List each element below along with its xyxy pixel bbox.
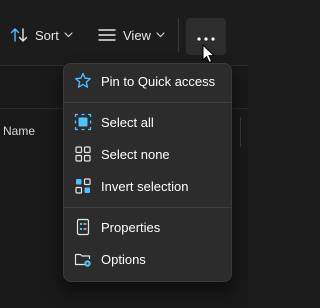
menu-item-select-all[interactable]: Select all xyxy=(68,107,227,137)
sort-button[interactable]: Sort xyxy=(10,18,78,52)
menu-item-invert-selection[interactable]: Invert selection xyxy=(68,171,227,201)
column-divider[interactable] xyxy=(240,117,241,147)
select-none-icon xyxy=(73,144,93,164)
mouse-cursor-icon xyxy=(202,43,216,69)
menu-item-label: Select none xyxy=(101,146,170,162)
menu-item-label: Properties xyxy=(101,219,161,235)
see-more-menu: Pin to Quick access Select all Select no… xyxy=(63,63,232,282)
chevron-down-icon xyxy=(156,32,165,38)
invert-selection-icon xyxy=(73,176,93,196)
pin-star-icon xyxy=(73,71,93,91)
menu-separator xyxy=(64,102,231,103)
more-ellipsis-icon xyxy=(197,28,215,46)
menu-item-options[interactable]: Options xyxy=(68,244,227,274)
select-all-icon xyxy=(73,112,93,132)
options-icon xyxy=(73,249,93,269)
properties-icon xyxy=(73,217,93,237)
toolbar-separator xyxy=(178,18,179,52)
menu-item-pin-to-quick-access[interactable]: Pin to Quick access xyxy=(68,66,227,96)
menu-item-label: Options xyxy=(101,251,146,267)
menu-item-properties[interactable]: Properties xyxy=(68,212,227,242)
column-header-name[interactable]: Name xyxy=(3,124,35,138)
menu-item-select-none[interactable]: Select none xyxy=(68,139,227,169)
view-lines-icon xyxy=(98,28,116,42)
view-label: View xyxy=(123,27,151,43)
menu-item-label: Select all xyxy=(101,114,154,130)
menu-item-label: Invert selection xyxy=(101,178,189,194)
menu-item-label: Pin to Quick access xyxy=(101,73,216,89)
sort-label: Sort xyxy=(35,27,59,43)
menu-separator xyxy=(64,207,231,208)
chevron-down-icon xyxy=(64,32,73,38)
sort-arrows-icon xyxy=(10,27,28,43)
view-button[interactable]: View xyxy=(98,18,170,52)
